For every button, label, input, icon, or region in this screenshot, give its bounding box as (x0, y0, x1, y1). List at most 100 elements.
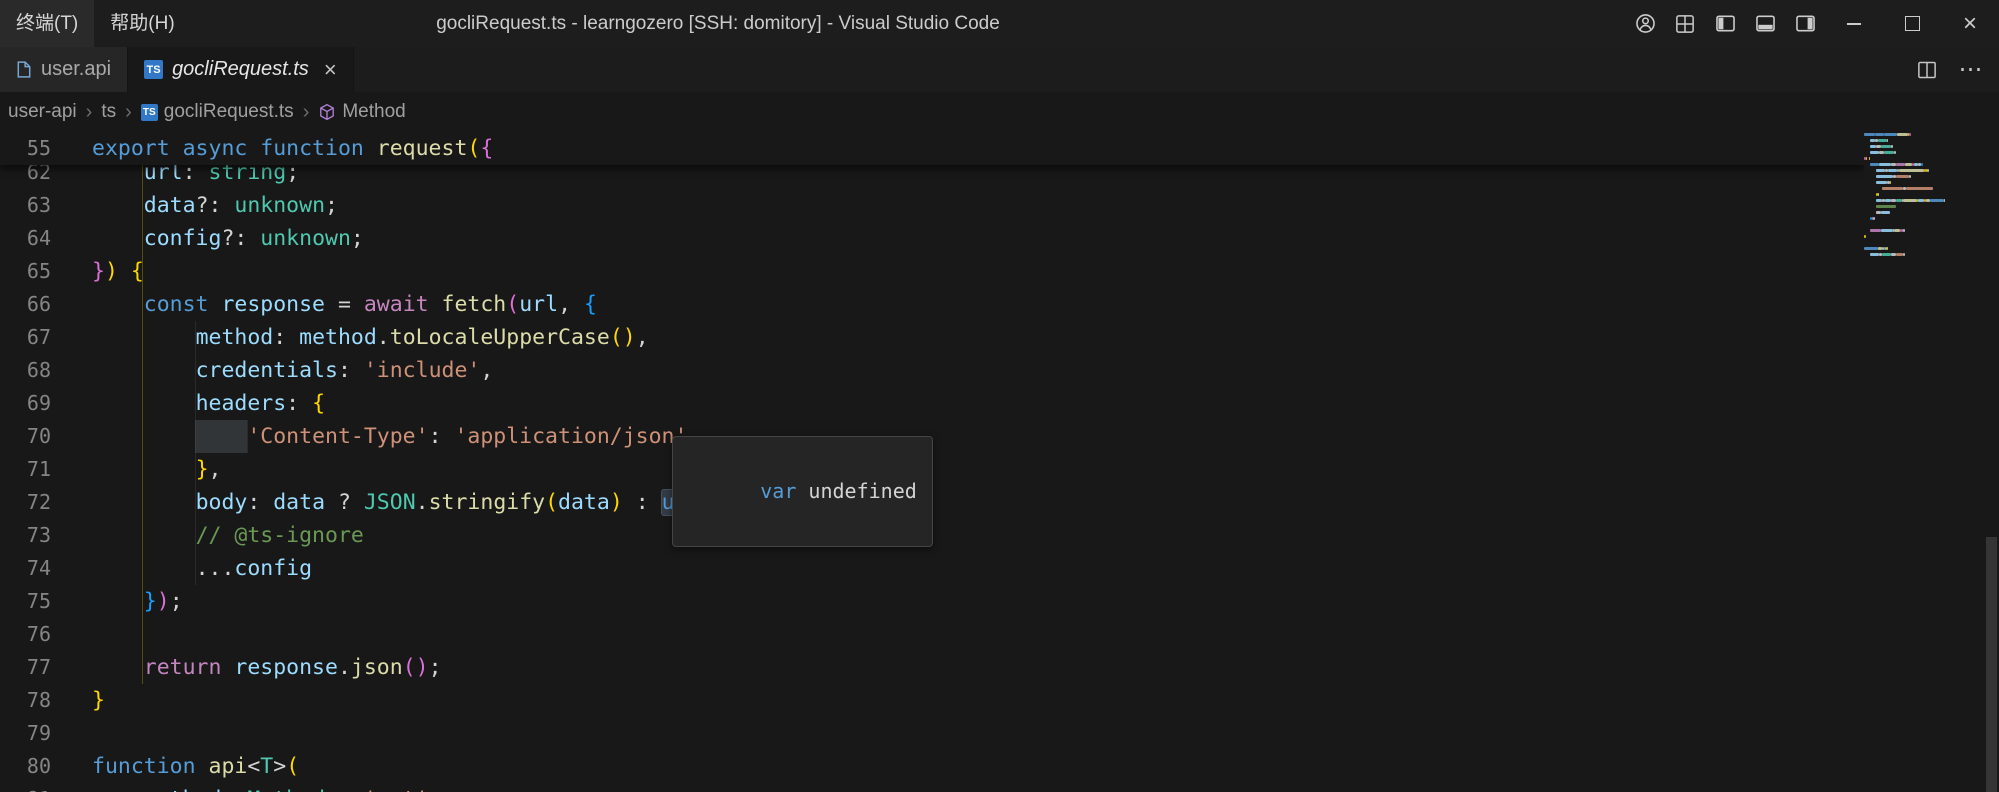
menu-terminal[interactable]: 终端(T) (0, 0, 94, 47)
code-line[interactable]: 65}) { (0, 255, 1864, 288)
code-line[interactable]: 77 return response.json(); (0, 651, 1864, 684)
line-number[interactable]: 65 (0, 255, 51, 288)
scrollbar[interactable] (1984, 132, 1999, 792)
line-number[interactable]: 79 (0, 717, 51, 750)
more-actions-icon[interactable]: ⋯ (1951, 47, 1991, 92)
breadcrumb-item-symbol[interactable]: Method (318, 101, 405, 123)
maximize-icon (1905, 16, 1920, 31)
tab-user-api[interactable]: user.api (0, 47, 128, 92)
code-token: function (260, 136, 377, 161)
code-line[interactable]: 81 method: Method = 'get', (0, 783, 1864, 792)
minimap[interactable] (1864, 132, 1952, 792)
line-number[interactable]: 77 (0, 651, 51, 684)
minimap-content (1864, 132, 1952, 258)
window-title: gocliRequest.ts - learngozero [SSH: domi… (436, 0, 1000, 47)
code-line[interactable]: 76 (0, 618, 1864, 651)
code-token: await (364, 292, 442, 317)
code-line[interactable]: 64 config?: unknown; (0, 222, 1864, 255)
code-token: = (325, 292, 364, 317)
code-token: } (92, 688, 105, 713)
file-icon (16, 60, 32, 79)
code-token: ( (610, 325, 623, 350)
line-number[interactable]: 74 (0, 552, 51, 585)
code-token: const (144, 292, 222, 317)
code-token: { (312, 391, 325, 416)
code-line[interactable]: 74 ...config (0, 552, 1864, 585)
code-token: data (558, 490, 610, 515)
code-token (92, 193, 144, 218)
code-token: ; (429, 655, 442, 680)
line-number[interactable]: 66 (0, 288, 51, 321)
code-line[interactable]: 80function api<T>( (0, 750, 1864, 783)
line-number[interactable]: 76 (0, 618, 51, 651)
breadcrumb-item-folder[interactable]: user-api (8, 101, 77, 123)
chevron-right-icon: › (303, 101, 310, 124)
code-line[interactable]: 63 data?: unknown; (0, 189, 1864, 222)
line-content: return response.json(); (92, 655, 442, 680)
code-token: : (623, 490, 662, 515)
line-content: 'Content-Type': 'application/json' (92, 424, 687, 449)
code-token: { (480, 136, 493, 161)
maximize-button[interactable] (1883, 0, 1941, 47)
line-number[interactable]: 73 (0, 519, 51, 552)
line-number[interactable]: 69 (0, 387, 51, 420)
editor[interactable]: 62 url: string;63 data?: unknown;64 conf… (0, 132, 1864, 792)
code-token (92, 523, 196, 548)
tab-goclirequest[interactable]: TS gocliRequest.ts × (128, 47, 354, 92)
code-line[interactable]: 67 method: method.toLocaleUpperCase(), (0, 321, 1864, 354)
line-number[interactable]: 72 (0, 486, 51, 519)
code-line[interactable]: 79 (0, 717, 1864, 750)
breadcrumb-item-ts-folder[interactable]: ts (101, 101, 116, 123)
code-token (92, 655, 144, 680)
code-line[interactable]: 78} (0, 684, 1864, 717)
code-token: ( (506, 292, 519, 317)
code-token: < (247, 754, 260, 779)
minimize-button[interactable] (1825, 0, 1883, 47)
breadcrumb-item-file[interactable]: TS gocliRequest.ts (141, 101, 294, 123)
account-icon[interactable] (1625, 0, 1665, 47)
code-token: body (196, 490, 248, 515)
line-number[interactable]: 80 (0, 750, 51, 783)
close-button[interactable]: × (1941, 0, 1999, 47)
code-token: . (377, 325, 390, 350)
hover-tooltip[interactable]: var undefined (672, 436, 933, 547)
line-number[interactable]: 68 (0, 354, 51, 387)
code-token: > (273, 754, 286, 779)
sticky-scroll[interactable]: 55export async function request({ (0, 132, 1864, 165)
code-token: data (144, 193, 196, 218)
tooltip-keyword: var (760, 479, 796, 503)
code-token: : (338, 358, 364, 383)
line-number[interactable]: 75 (0, 585, 51, 618)
toggle-primary-sidebar-icon[interactable] (1705, 0, 1745, 47)
toggle-panel-icon[interactable] (1745, 0, 1785, 47)
toggle-secondary-sidebar-icon[interactable] (1785, 0, 1825, 47)
line-number[interactable]: 55 (0, 132, 51, 165)
code-token: ( (286, 754, 299, 779)
code-line[interactable]: 69 headers: { (0, 387, 1864, 420)
line-number[interactable]: 81 (0, 783, 51, 792)
line-number[interactable]: 64 (0, 222, 51, 255)
line-number[interactable]: 70 (0, 420, 51, 453)
close-tab-icon[interactable]: × (324, 59, 337, 81)
line-number[interactable]: 63 (0, 189, 51, 222)
code-line[interactable]: 55export async function request({ (0, 132, 1864, 165)
customize-layout-icon[interactable] (1665, 0, 1705, 47)
breadcrumb-label: user-api (8, 101, 77, 123)
split-editor-icon[interactable] (1907, 47, 1947, 92)
code-token (92, 358, 196, 383)
code-line[interactable]: 75 }); (0, 585, 1864, 618)
line-number[interactable]: 71 (0, 453, 51, 486)
code-line[interactable]: 68 credentials: 'include', (0, 354, 1864, 387)
menu-help[interactable]: 帮助(H) (94, 0, 190, 47)
code-token: , (429, 787, 442, 792)
code-token: JSON (364, 490, 416, 515)
vscode-window: 终端(T) 帮助(H) gocliRequest.ts - learngozer… (0, 0, 1999, 792)
line-number[interactable]: 78 (0, 684, 51, 717)
code-token: config (234, 556, 312, 581)
scrollbar-thumb[interactable] (1986, 537, 1997, 792)
code-token: credentials (196, 358, 338, 383)
line-number[interactable]: 67 (0, 321, 51, 354)
code-token: stringify (429, 490, 546, 515)
code-token: ... (196, 556, 235, 581)
code-line[interactable]: 66 const response = await fetch(url, { (0, 288, 1864, 321)
